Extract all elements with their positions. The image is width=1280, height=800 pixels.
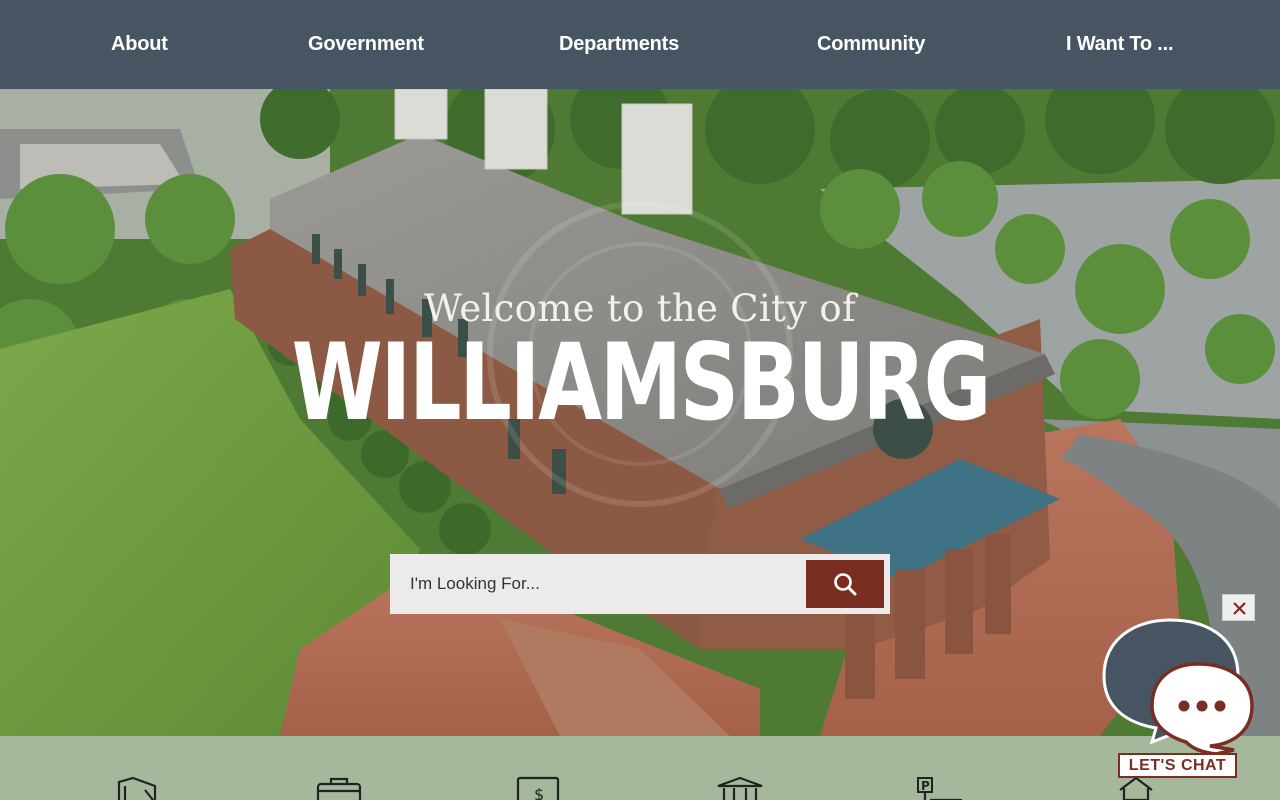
government-building-icon[interactable] bbox=[716, 776, 766, 800]
main-navigation: About Government Departments Community I… bbox=[0, 0, 1280, 89]
svg-text:P: P bbox=[921, 779, 930, 793]
nav-i-want-to[interactable]: I Want To ... bbox=[1066, 0, 1174, 89]
svg-text:$: $ bbox=[534, 785, 544, 800]
site-search bbox=[390, 554, 890, 614]
lets-chat-label[interactable]: LET'S CHAT bbox=[1118, 753, 1237, 778]
briefcase-icon[interactable] bbox=[316, 776, 366, 800]
nav-government[interactable]: Government bbox=[308, 0, 424, 89]
search-icon bbox=[834, 573, 857, 596]
quick-links-bar: $ P bbox=[0, 736, 1280, 800]
search-input[interactable] bbox=[390, 554, 800, 614]
hero-banner: Welcome to the City of WILLIAMSBURG bbox=[0, 89, 1280, 736]
nav-community[interactable]: Community bbox=[817, 0, 925, 89]
construction-icon[interactable] bbox=[115, 776, 165, 800]
parking-icon[interactable]: P bbox=[916, 776, 966, 800]
bill-payment-icon[interactable]: $ bbox=[516, 776, 566, 800]
nav-departments[interactable]: Departments bbox=[559, 0, 679, 89]
chat-bubbles-icon bbox=[1102, 618, 1254, 756]
home-icon[interactable] bbox=[1116, 776, 1166, 800]
nav-about[interactable]: About bbox=[111, 0, 168, 89]
chat-widget[interactable] bbox=[1100, 614, 1260, 764]
search-button[interactable] bbox=[806, 560, 884, 608]
city-name-heading: WILLIAMSBURG bbox=[291, 321, 992, 444]
